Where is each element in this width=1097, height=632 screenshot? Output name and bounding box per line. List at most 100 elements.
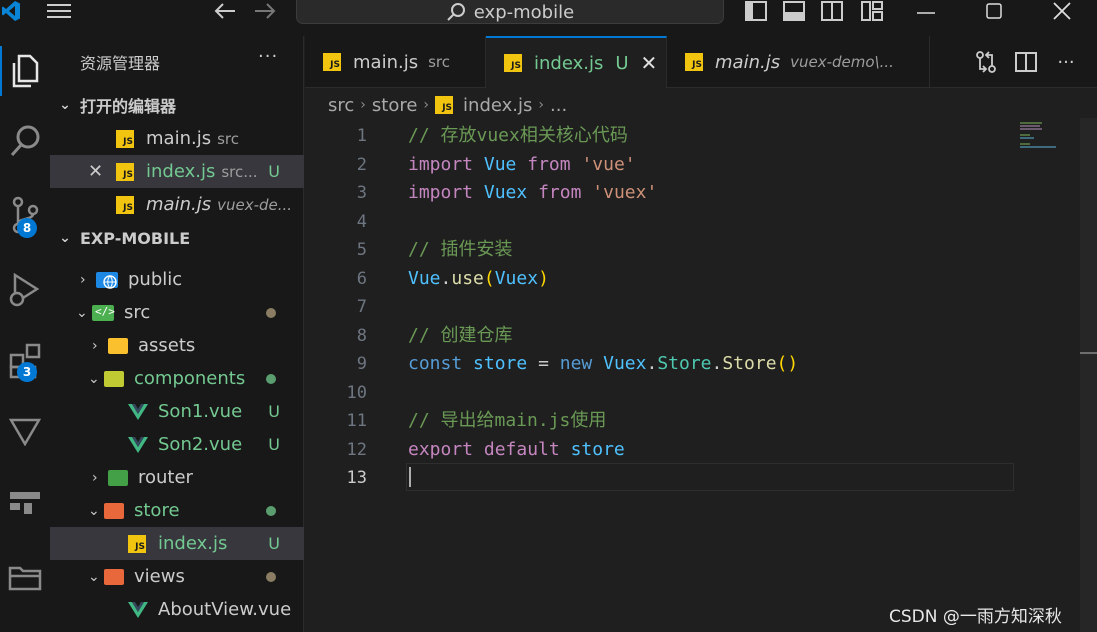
router-folder-icon xyxy=(108,469,128,486)
back-arrow-icon[interactable] xyxy=(212,0,238,22)
project-header[interactable]: ⌄ EXP-MOBILE xyxy=(50,223,304,253)
identifier: Vue xyxy=(483,153,517,175)
tree-folder-router[interactable]: › router xyxy=(50,461,304,494)
string: 'vue' xyxy=(581,153,636,175)
minimap-line xyxy=(1020,137,1034,139)
components-folder-icon xyxy=(104,370,124,387)
tree-folder-views[interactable]: ⌄ views xyxy=(50,560,304,593)
forward-arrow-icon[interactable] xyxy=(252,0,278,22)
open-editor-item[interactable]: ✕ JS index.js src... U xyxy=(50,155,304,188)
editor-scrollbar[interactable] xyxy=(1080,118,1097,632)
line-number: 11 xyxy=(346,411,367,431)
open-editor-item[interactable]: JS main.js src xyxy=(50,122,304,155)
customize-layout-icon[interactable] xyxy=(860,0,884,22)
tree-item-label: public xyxy=(128,269,183,290)
vscode-logo-icon[interactable] xyxy=(0,0,22,22)
source-control-activity[interactable]: 8 xyxy=(0,188,50,242)
open-editors-header[interactable]: ⌄ 打开的编辑器 xyxy=(50,90,304,120)
tree-folder-store[interactable]: ⌄ store xyxy=(50,494,304,527)
run-debug-activity[interactable] xyxy=(0,262,50,316)
modified-dot xyxy=(266,307,276,318)
search-activity[interactable] xyxy=(0,114,50,168)
comment: // 插件安装 xyxy=(408,239,513,260)
explorer-activity[interactable] xyxy=(0,44,50,98)
tab-main-js[interactable]: JS main.js src xyxy=(305,36,486,88)
hamburger-menu-icon[interactable] xyxy=(44,0,74,22)
code-editor[interactable]: // 存放vuex相关核心代码 import Vue from 'vue' im… xyxy=(408,122,798,493)
tab-close-icon[interactable]: ✕ xyxy=(641,51,658,75)
close-window-icon[interactable] xyxy=(1050,0,1074,22)
punctuation: . xyxy=(646,353,658,374)
open-editor-name: main.js xyxy=(146,194,212,215)
identifier: Vuex xyxy=(483,182,528,203)
breadcrumb-ellipsis[interactable]: ... xyxy=(550,95,567,116)
tab-index-js[interactable]: JS index.js U ✕ xyxy=(486,36,667,88)
function-name: use xyxy=(451,267,484,289)
tree-file-son1[interactable]: Son1.vue U xyxy=(50,395,304,428)
command-center-search[interactable]: exp-mobile xyxy=(296,0,724,24)
code-line-5: // 插件安装 xyxy=(408,236,798,265)
operator: = xyxy=(538,353,549,374)
split-editor-icon[interactable] xyxy=(1013,50,1039,74)
tree-folder-assets[interactable]: › assets xyxy=(50,329,304,362)
tree-file-index-js[interactable]: JS index.js U xyxy=(50,527,304,560)
tree-file-son2[interactable]: Son2.vue U xyxy=(50,428,304,461)
open-editor-desc: vuex-de... xyxy=(217,195,293,214)
maximize-icon[interactable] xyxy=(982,0,1006,22)
identifier: Vuex xyxy=(494,267,539,289)
search-icon xyxy=(10,125,40,157)
js-file-icon: JS xyxy=(685,53,703,71)
minimize-icon[interactable] xyxy=(914,0,938,22)
breadcrumb-store[interactable]: store xyxy=(372,95,418,116)
explorer-more-actions[interactable]: ··· xyxy=(258,46,278,67)
tree-folder-public[interactable]: › public xyxy=(50,263,304,296)
tree-item-label: index.js xyxy=(158,533,228,554)
line-number-gutter: 1 2 3 4 5 6 7 8 9 10 11 12 13 xyxy=(305,122,373,493)
toggle-primary-sidebar-icon[interactable] xyxy=(744,0,768,22)
keyword: from xyxy=(538,182,582,203)
keyword: default xyxy=(483,438,560,460)
code-line-8: // 创建仓库 xyxy=(408,322,798,351)
class-name: Store xyxy=(657,353,712,374)
line-number: 12 xyxy=(346,439,367,460)
editor-more-actions-icon[interactable]: ··· xyxy=(1053,50,1079,74)
breadcrumb-src[interactable]: src xyxy=(328,95,354,116)
close-editor-icon[interactable]: ✕ xyxy=(88,161,114,182)
chevron-down-icon: ⌄ xyxy=(88,568,100,585)
breadcrumb-index-js[interactable]: index.js xyxy=(463,95,532,116)
remote-explorer-activity[interactable] xyxy=(0,476,50,530)
extensions-badge: 3 xyxy=(17,362,37,382)
toggle-panel-icon[interactable] xyxy=(782,0,806,22)
git-status-untracked: U xyxy=(268,534,280,553)
tab-label: main.js xyxy=(353,51,419,73)
tree-item-label: views xyxy=(134,566,185,587)
minimap-line xyxy=(1020,125,1040,127)
run-debug-icon xyxy=(9,272,40,307)
bracket: ( xyxy=(483,267,495,289)
minimap-line xyxy=(1020,122,1042,124)
open-changes-icon[interactable] xyxy=(973,50,999,74)
tree-folder-src[interactable]: ⌄ </> src xyxy=(50,296,304,329)
comment: // 导出给main.js使用 xyxy=(408,410,607,431)
chevron-down-icon: ⌄ xyxy=(59,230,71,246)
extensions-activity[interactable]: 3 xyxy=(0,334,50,388)
open-editor-item[interactable]: JS main.js vuex-de... xyxy=(50,188,304,221)
vue-activity[interactable] xyxy=(0,404,50,458)
git-status-untracked: U xyxy=(268,435,280,454)
punctuation: . xyxy=(440,267,452,289)
tree-item-label: store xyxy=(134,500,180,521)
vue-file-icon xyxy=(128,436,148,453)
keyword: import xyxy=(408,182,474,203)
keyword: new xyxy=(559,353,593,374)
toggle-secondary-sidebar-icon[interactable] xyxy=(820,0,844,22)
tree-file-aboutview[interactable]: AboutView.vue xyxy=(50,593,304,626)
folders-activity[interactable] xyxy=(0,550,50,604)
minimap[interactable] xyxy=(1020,122,1060,152)
identifier: store xyxy=(473,353,528,374)
tab-label: index.js xyxy=(534,52,604,74)
tree-folder-components[interactable]: ⌄ components xyxy=(50,362,304,395)
tab-main-js-vuex-demo[interactable]: JS main.js vuex-demo\... xyxy=(667,36,930,88)
line-number: 10 xyxy=(346,382,367,403)
